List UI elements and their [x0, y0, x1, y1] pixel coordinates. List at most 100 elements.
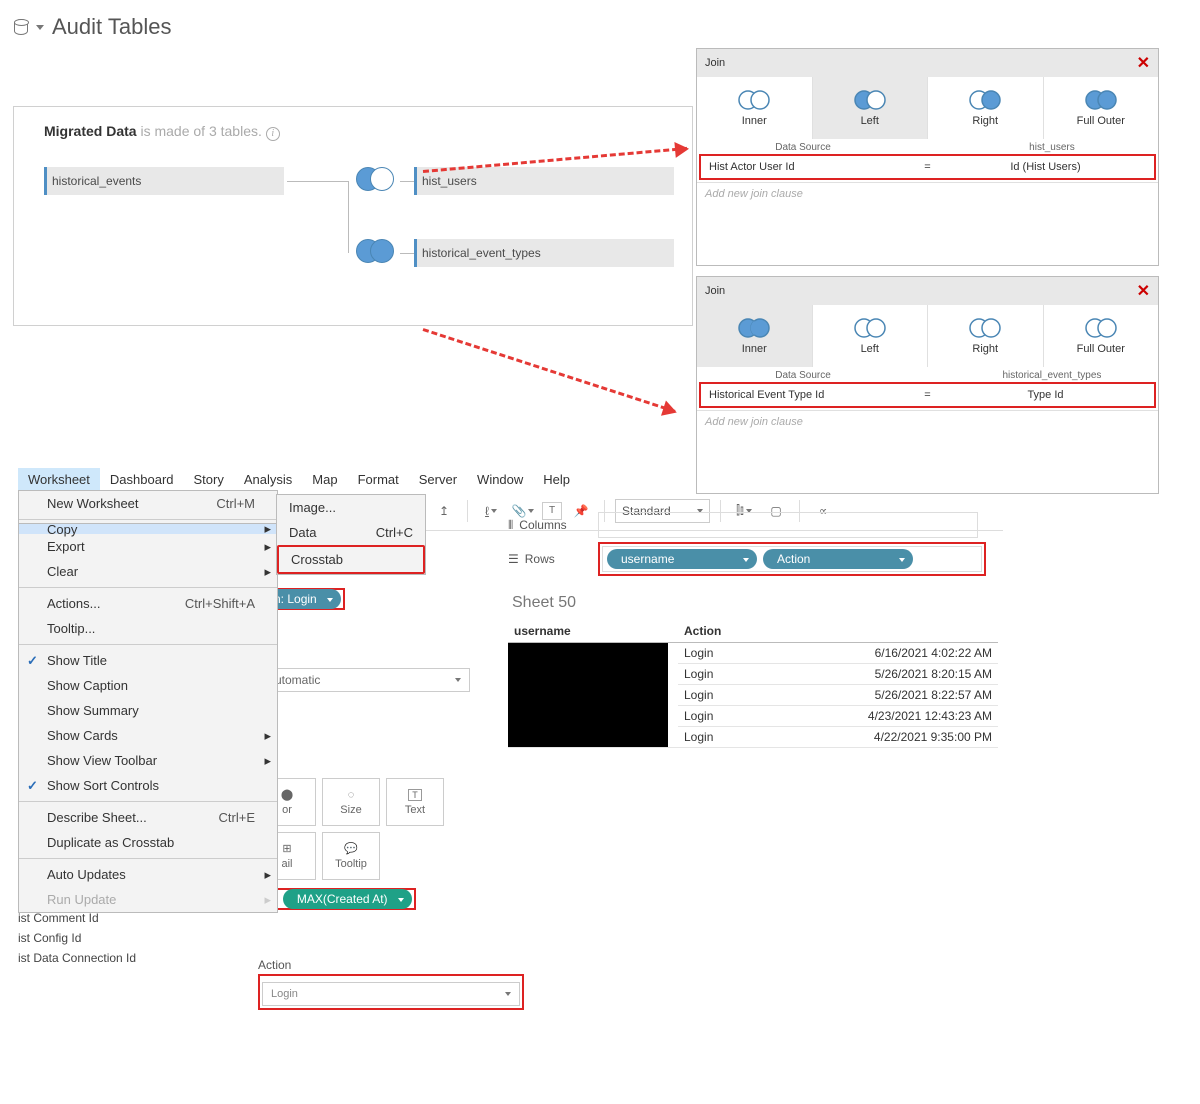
highlight-icon[interactable]: ℓ	[478, 498, 504, 524]
menu-help[interactable]: Help	[533, 468, 580, 491]
table-cell[interactable]: Login	[678, 706, 768, 727]
submenu-data[interactable]: DataCtrl+C	[277, 520, 425, 545]
table-cell[interactable]: 5/26/2021 8:22:57 AM	[768, 685, 998, 706]
add-join-clause[interactable]: Add new join clause	[697, 411, 1158, 433]
table-cell[interactable]: 4/22/2021 9:35:00 PM	[768, 727, 998, 748]
join-config-popup-1: Join✕ Inner Left Right Full Outer Data S…	[696, 48, 1159, 266]
annotation-arrow	[423, 328, 676, 413]
join-clause-row[interactable]: Historical Event Type Id=Type Id	[701, 384, 1154, 406]
rows-shelf[interactable]: ☰Rows username Action	[508, 544, 986, 574]
mark-size[interactable]: ◌Size	[322, 778, 380, 826]
join-icon-1[interactable]	[356, 167, 396, 191]
field-item[interactable]: ist Config Id	[18, 928, 136, 948]
submenu-crosstab[interactable]: Crosstab	[277, 545, 425, 574]
table-hist-users[interactable]: hist_users	[414, 167, 674, 195]
table-cell[interactable]: 5/26/2021 8:20:15 AM	[768, 664, 998, 685]
menu-tooltip[interactable]: Tooltip...	[19, 616, 277, 641]
database-icon	[14, 19, 28, 35]
menu-window[interactable]: Window	[467, 468, 533, 491]
join-type-left[interactable]: Left	[813, 305, 929, 367]
table-cell[interactable]: 6/16/2021 4:02:22 AM	[768, 643, 998, 664]
menu-show-title[interactable]: ✓Show Title	[19, 648, 277, 673]
join-label: Join	[705, 57, 725, 69]
pill-created-at[interactable]: MAX(Created At)	[283, 889, 412, 909]
join-type-left[interactable]: Left	[813, 77, 929, 139]
menu-duplicate-crosstab[interactable]: Duplicate as Crosstab	[19, 830, 277, 855]
menu-map[interactable]: Map	[302, 468, 347, 491]
menu-story[interactable]: Story	[184, 468, 234, 491]
menu-copy[interactable]: Copy▸	[19, 523, 277, 534]
join-label: Join	[705, 285, 725, 297]
rows-icon: ☰	[508, 552, 519, 566]
submenu-image[interactable]: Image...	[277, 495, 425, 520]
menu-auto-updates[interactable]: Auto Updates▸	[19, 862, 277, 887]
menu-show-sort[interactable]: ✓Show Sort Controls	[19, 773, 277, 798]
join-type-fullouter[interactable]: Full Outer	[1044, 77, 1159, 139]
mark-type-selector[interactable]: Automatic	[258, 668, 470, 692]
join-type-right[interactable]: Right	[928, 305, 1044, 367]
menu-run-update: Run Update▸	[19, 887, 277, 912]
table-historical-event-types[interactable]: historical_event_types	[414, 239, 674, 267]
join-icon-2[interactable]	[356, 239, 396, 263]
menu-clear[interactable]: Clear▸	[19, 559, 277, 584]
connector	[348, 181, 349, 253]
menu-actions[interactable]: Actions...Ctrl+Shift+A	[19, 591, 277, 616]
table-cell[interactable]: Login	[678, 727, 768, 748]
menu-server[interactable]: Server	[409, 468, 467, 491]
join-type-fullouter[interactable]: Full Outer	[1044, 305, 1159, 367]
mark-text[interactable]: TText	[386, 778, 444, 826]
redacted-block	[508, 643, 668, 747]
connector	[400, 181, 414, 182]
pill-action[interactable]: Action	[763, 549, 913, 569]
menu-export[interactable]: Export▸	[19, 534, 277, 559]
col-action[interactable]: Action	[678, 620, 768, 643]
menu-show-summary[interactable]: Show Summary	[19, 698, 277, 723]
menu-describe-sheet[interactable]: Describe Sheet...Ctrl+E	[19, 805, 277, 830]
chevron-down-icon[interactable]	[36, 25, 44, 30]
menu-analysis[interactable]: Analysis	[234, 468, 302, 491]
menu-show-view-toolbar[interactable]: Show View Toolbar▸	[19, 748, 277, 773]
menu-show-cards[interactable]: Show Cards▸	[19, 723, 277, 748]
pill-username[interactable]: username	[607, 549, 757, 569]
join-type-inner[interactable]: Inner	[697, 305, 813, 367]
columns-icon: ⦀	[508, 518, 513, 533]
info-icon[interactable]: i	[266, 127, 280, 141]
join-col-rt: historical_event_types	[946, 370, 1158, 381]
join-col-ds: Data Source	[697, 370, 909, 381]
join-config-popup-2: Join ✕ Inner Left Right Full Outer Data S…	[696, 276, 1159, 494]
connector	[400, 253, 414, 254]
data-model-canvas: Migrated Data is made of 3 tables. i his…	[13, 106, 693, 326]
table-cell[interactable]: Login	[678, 643, 768, 664]
join-type-inner[interactable]: Inner	[697, 77, 813, 139]
menu-new-worksheet[interactable]: New WorksheetCtrl+M	[19, 491, 277, 516]
action-filter-select[interactable]: Login	[262, 982, 520, 1006]
join-col-rt: hist_users	[946, 142, 1158, 153]
canvas-title: Migrated Data is made of 3 tables. i	[44, 123, 678, 141]
filter-card-label: Action	[258, 958, 506, 972]
sort-desc-icon[interactable]: ↥	[431, 498, 457, 524]
table-cell[interactable]: 4/23/2021 12:43:23 AM	[768, 706, 998, 727]
menu-worksheet[interactable]: Worksheet	[18, 468, 100, 491]
data-table: usernameAction Login6/16/2021 4:02:22 AM…	[508, 620, 998, 748]
copy-submenu: Image... DataCtrl+C Crosstab	[276, 494, 426, 575]
table-historical-events[interactable]: historical_events	[44, 167, 284, 195]
columns-shelf[interactable]: ⦀Columns	[508, 510, 986, 540]
table-cell[interactable]: Login	[678, 664, 768, 685]
worksheet-menu: New WorksheetCtrl+M Copy▸ Export▸ Clear▸…	[18, 490, 278, 913]
mark-tooltip[interactable]: 💬Tooltip	[322, 832, 380, 880]
join-clause-row[interactable]: Hist Actor User Id=Id (Hist Users)	[701, 156, 1154, 178]
field-item[interactable]: ist Data Connection Id	[18, 948, 136, 968]
datasource-title: Audit Tables	[52, 14, 171, 40]
menu-dashboard[interactable]: Dashboard	[100, 468, 184, 491]
menubar: Worksheet Dashboard Story Analysis Map F…	[18, 468, 1003, 491]
close-icon[interactable]: ✕	[1137, 53, 1150, 73]
join-type-right[interactable]: Right	[928, 77, 1044, 139]
close-icon[interactable]: ✕	[1137, 281, 1150, 301]
table-cell[interactable]: Login	[678, 685, 768, 706]
sheet-title[interactable]: Sheet 50	[512, 594, 998, 612]
menu-show-caption[interactable]: Show Caption	[19, 673, 277, 698]
menu-format[interactable]: Format	[348, 468, 409, 491]
connector	[287, 181, 349, 182]
add-join-clause[interactable]: Add new join clause	[697, 183, 1158, 205]
col-username[interactable]: username	[508, 620, 678, 643]
